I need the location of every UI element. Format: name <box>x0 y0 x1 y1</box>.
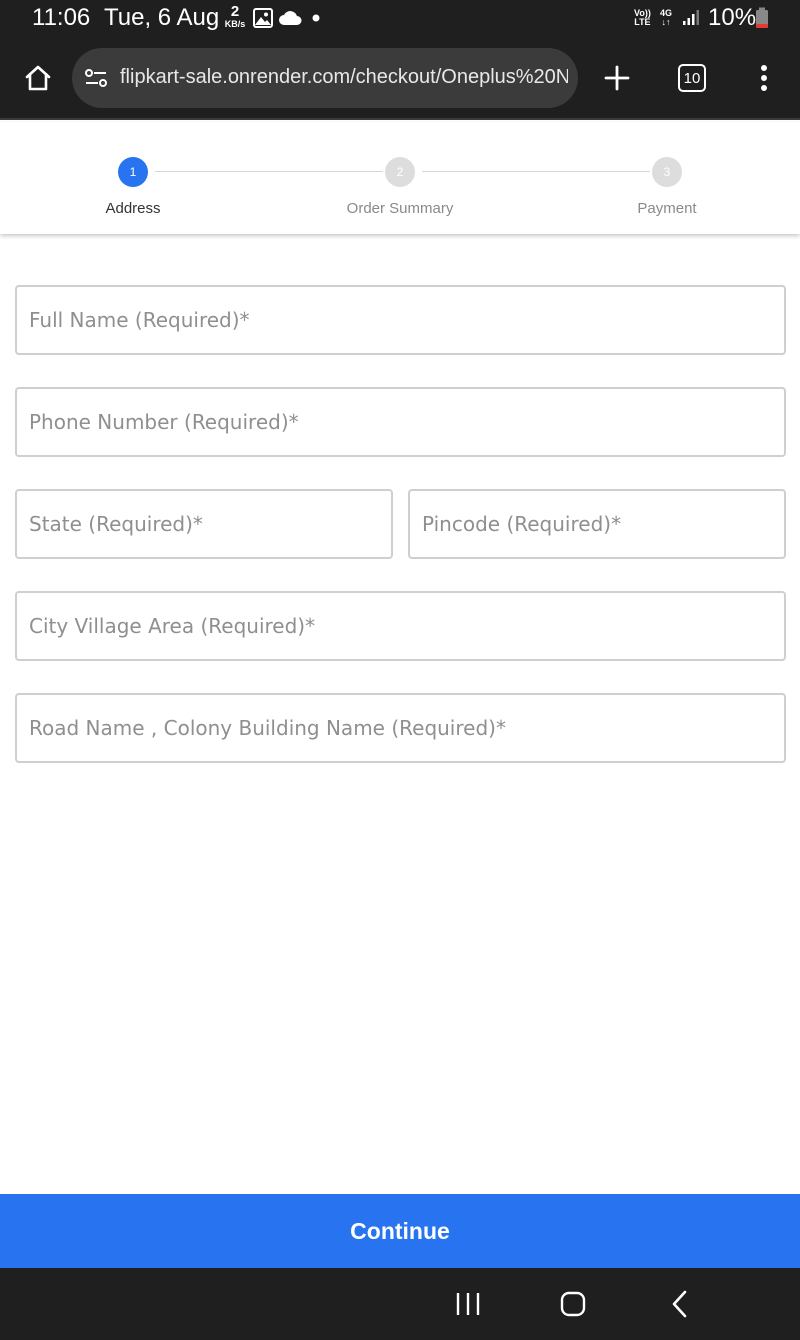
city-input[interactable] <box>17 593 784 659</box>
battery-icon <box>756 7 768 28</box>
tabs-icon: 10 <box>678 64 706 92</box>
network-volte: Vo)) LTE <box>634 9 651 27</box>
full-name-field <box>15 285 786 355</box>
back-button[interactable] <box>660 1286 700 1322</box>
image-icon <box>253 8 273 28</box>
step-2-circle: 2 <box>385 157 415 187</box>
url-text: flipkart-sale.onrender.com/checkout/Onep… <box>120 66 568 88</box>
battery-percent: 10% <box>708 4 757 31</box>
checkout-stepper: 1 2 3 Address Order Summary Payment <box>0 122 800 234</box>
browser-toolbar: flipkart-sale.onrender.com/checkout/Onep… <box>0 36 800 120</box>
new-tab-icon <box>604 65 630 91</box>
menu-icon <box>761 65 767 91</box>
data-arrows-icon: ↓↑ <box>661 17 671 27</box>
state-input[interactable] <box>17 491 391 557</box>
full-name-input[interactable] <box>17 287 784 353</box>
home-icon <box>25 65 51 91</box>
address-bar[interactable]: flipkart-sale.onrender.com/checkout/Onep… <box>72 48 578 108</box>
data-speed-unit: KB/s <box>224 19 246 29</box>
tabs-button[interactable]: 10 <box>672 58 712 98</box>
network-type: 4G ↓↑ <box>660 9 672 27</box>
site-settings-icon[interactable] <box>84 68 108 88</box>
step-1-circle: 1 <box>118 157 148 187</box>
status-date: Tue, 6 Aug <box>104 4 220 31</box>
phone-input[interactable] <box>17 389 784 455</box>
dot-icon <box>312 14 320 22</box>
signal-icon <box>683 10 699 25</box>
phone-field <box>15 387 786 457</box>
status-bar: 11:06 Tue, 6 Aug 2 KB/s Vo)) LTE 4G ↓↑ 1… <box>0 0 800 36</box>
pincode-field <box>408 489 786 559</box>
city-field <box>15 591 786 661</box>
step-connector <box>422 171 650 172</box>
recents-button[interactable] <box>448 1286 488 1322</box>
recents-icon <box>456 1293 480 1315</box>
step-3-label: Payment <box>637 200 697 217</box>
road-input[interactable] <box>17 695 784 761</box>
state-field <box>15 489 393 559</box>
home-nav-icon <box>560 1291 586 1317</box>
network-volte-bottom: LTE <box>634 17 651 27</box>
step-3-circle: 3 <box>652 157 682 187</box>
back-icon <box>672 1290 687 1318</box>
data-speed: 2 KB/s <box>222 3 248 29</box>
step-2-label: Order Summary <box>346 200 454 217</box>
new-tab-button[interactable] <box>597 58 637 98</box>
cloud-icon <box>279 11 302 25</box>
status-time: 11:06 <box>32 4 91 31</box>
road-field <box>15 693 786 763</box>
home-button[interactable] <box>18 58 58 98</box>
menu-button[interactable] <box>744 58 784 98</box>
system-nav-bar <box>0 1268 800 1340</box>
data-speed-value: 2 <box>230 3 240 20</box>
home-nav-button[interactable] <box>553 1286 593 1322</box>
step-connector <box>155 171 383 172</box>
pincode-input[interactable] <box>410 491 784 557</box>
step-1-label: Address <box>105 200 161 217</box>
continue-button[interactable]: Continue <box>0 1194 800 1268</box>
